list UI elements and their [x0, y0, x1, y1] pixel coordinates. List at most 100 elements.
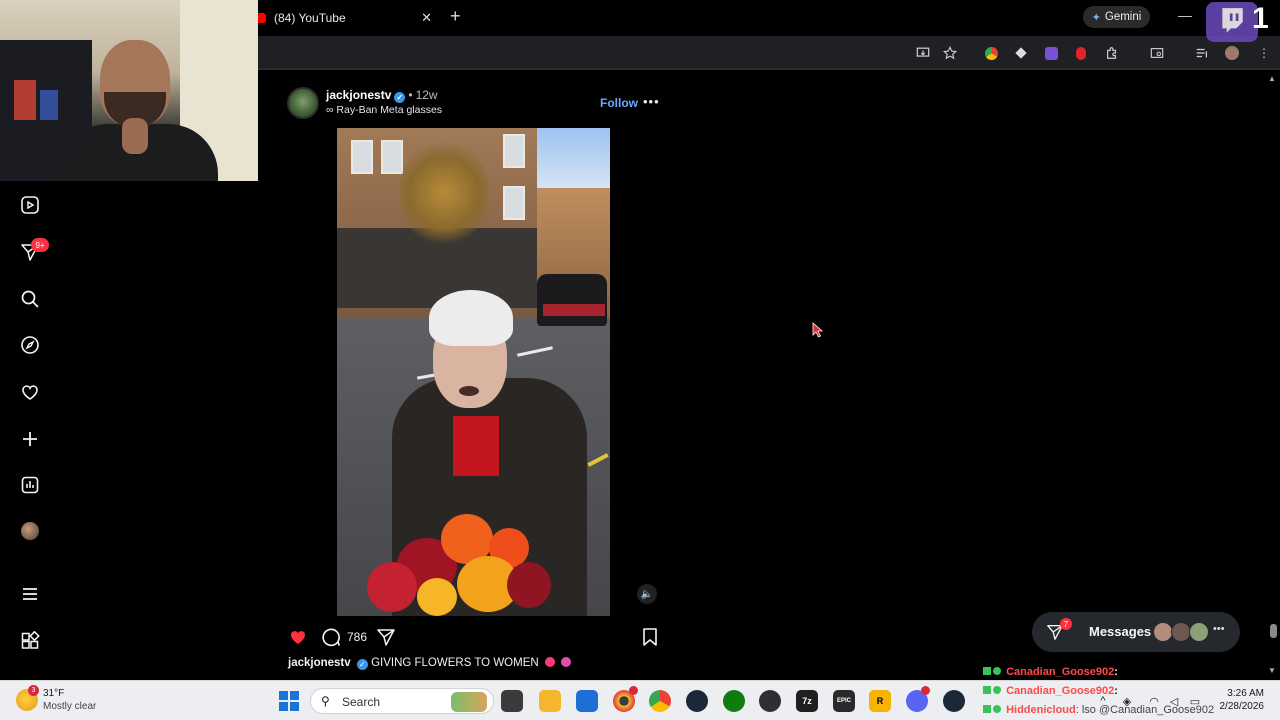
epic-games-icon[interactable]: EPIC	[833, 690, 855, 712]
weather-temperature[interactable]: 31°F	[43, 688, 64, 699]
split-view-icon[interactable]	[1149, 45, 1165, 61]
video-bouquet	[357, 508, 557, 616]
explore-icon[interactable]	[19, 334, 41, 356]
diamond-extension-icon[interactable]	[1013, 45, 1029, 61]
video-window	[503, 134, 525, 168]
share-icon[interactable]	[375, 626, 397, 648]
mute-toggle-icon[interactable]: 🔈	[637, 584, 657, 604]
weather-alert-badge: 3	[28, 685, 39, 696]
chat-text: :	[1114, 685, 1118, 697]
tab-youtube[interactable]: (84) YouTube ✕	[252, 6, 442, 30]
post-options-icon[interactable]: •••	[643, 94, 660, 109]
steam-icon[interactable]	[686, 690, 708, 712]
chat-badge-icon	[983, 686, 991, 694]
tab-close-icon[interactable]: ✕	[421, 10, 432, 26]
weather-description[interactable]: Mostly clear	[43, 701, 96, 712]
gemini-button[interactable]: ✦ Gemini	[1083, 6, 1150, 28]
mouse-cursor-icon	[812, 322, 824, 338]
taskbar-clock-date[interactable]: 2/28/2026	[1212, 701, 1265, 712]
post-video[interactable]	[337, 128, 610, 616]
taskbar-search[interactable]: ⚲ Search	[310, 688, 494, 714]
gemini-label: Gemini	[1104, 11, 1142, 23]
post-actions: 786	[287, 626, 662, 648]
glasses-icon: ∞	[326, 104, 334, 116]
minimize-window-button[interactable]: —	[1178, 7, 1192, 23]
steam-2-icon[interactable]	[943, 690, 965, 712]
search-icon[interactable]	[19, 288, 41, 310]
xbox-icon[interactable]	[723, 690, 745, 712]
reels-icon[interactable]	[19, 194, 41, 216]
app-notification-badge	[921, 686, 930, 695]
caption-verified-icon: ✓	[356, 659, 368, 670]
scrollbar-up-arrow-icon[interactable]: ▲	[1268, 74, 1276, 83]
install-app-icon[interactable]	[915, 45, 931, 61]
follow-button[interactable]: Follow	[600, 96, 638, 110]
menu-icon[interactable]	[19, 583, 41, 605]
chat-badge-icon	[993, 705, 1001, 713]
messages-count-badge: 7	[1060, 618, 1072, 630]
reading-list-icon[interactable]	[1194, 45, 1210, 61]
video-window	[503, 186, 525, 220]
webcam-red-object	[14, 80, 36, 120]
comment-icon[interactable]	[320, 626, 342, 648]
chrome-icon[interactable]	[649, 690, 671, 712]
obs-icon[interactable]	[759, 690, 781, 712]
scrollbar-down-arrow-icon[interactable]: ▼	[1268, 666, 1276, 675]
message-contact-avatar	[1171, 622, 1191, 642]
video-taxi-livery	[543, 304, 605, 316]
7zip-icon[interactable]: 7z	[796, 690, 818, 712]
caption-text: GIVING FLOWERS TO WOMEN	[371, 657, 539, 669]
streamer-hand	[122, 118, 148, 154]
pink-heart-emoji-icon	[544, 657, 555, 667]
video-tree	[399, 138, 489, 248]
extensions-puzzle-icon[interactable]	[1104, 45, 1120, 61]
browser-menu-icon[interactable]: ⋮	[1256, 45, 1272, 61]
save-bookmark-icon[interactable]	[639, 626, 661, 648]
chat-badge-icon	[983, 667, 991, 675]
taskbar-clock-time[interactable]: 3:26 AM	[1226, 688, 1264, 699]
post-author-avatar[interactable]	[287, 87, 319, 119]
screen: (84) YouTube ✕ + ✦ Gemini — ⋮ 1 9+ jackj…	[0, 0, 1280, 720]
profile-avatar-icon[interactable]	[1224, 45, 1240, 61]
post-username[interactable]: jackjonestv	[326, 88, 391, 102]
caption-username[interactable]: jackjonestv	[288, 657, 351, 669]
scrollbar-thumb[interactable]	[1270, 624, 1277, 638]
like-heart-icon[interactable]	[287, 626, 309, 648]
video-woman-scarf	[453, 416, 499, 476]
video-window	[381, 140, 403, 174]
dashboard-icon[interactable]	[19, 474, 41, 496]
webcam-blue-object	[40, 90, 58, 120]
new-tab-button[interactable]: +	[450, 6, 461, 27]
video-woman-hair	[429, 290, 513, 346]
app-notification-badge	[629, 686, 638, 695]
task-view-icon[interactable]	[501, 690, 523, 712]
post-header: jackjonestv ✓ • 12w ∞ Ray-Ban Meta glasses …	[285, 86, 665, 122]
messages-button[interactable]: 7 Messages •••	[1032, 612, 1240, 652]
store-icon[interactable]	[576, 690, 598, 712]
color-extension-icon[interactable]	[983, 45, 999, 61]
post-age[interactable]: 12w	[416, 88, 438, 102]
messages-label: Messages	[1089, 624, 1152, 639]
create-plus-icon[interactable]	[19, 428, 41, 450]
post-author-line: jackjonestv ✓ • 12w	[326, 88, 438, 103]
address-bar[interactable]	[262, 40, 902, 66]
notifications-heart-icon[interactable]	[19, 381, 41, 403]
windows-start-icon[interactable]	[279, 691, 299, 711]
rockstar-icon[interactable]: R	[869, 690, 891, 712]
also-from-meta-icon[interactable]	[19, 630, 41, 652]
stream-overlay-counter: 1	[1252, 2, 1269, 35]
video-window	[351, 140, 373, 174]
flower-maroon	[507, 562, 551, 608]
chat-message: Canadian_Goose902:	[983, 666, 1118, 678]
tab-youtube-label: (84) YouTube	[274, 11, 346, 25]
chat-text: : lso @Canadian_Goose902	[1075, 704, 1215, 716]
twitch-extension-icon[interactable]	[1043, 45, 1059, 61]
chat-username: Hiddenicloud	[1006, 704, 1076, 716]
profile-avatar[interactable]	[21, 522, 39, 540]
folder-icon[interactable]	[539, 690, 561, 712]
red-extension-icon[interactable]	[1073, 45, 1089, 61]
verified-badge-icon: ✓	[394, 92, 406, 103]
bookmark-star-icon[interactable]	[942, 45, 958, 61]
search-icon: ⚲	[321, 694, 330, 708]
post-device-attribution[interactable]: ∞ Ray-Ban Meta glasses	[326, 104, 442, 116]
